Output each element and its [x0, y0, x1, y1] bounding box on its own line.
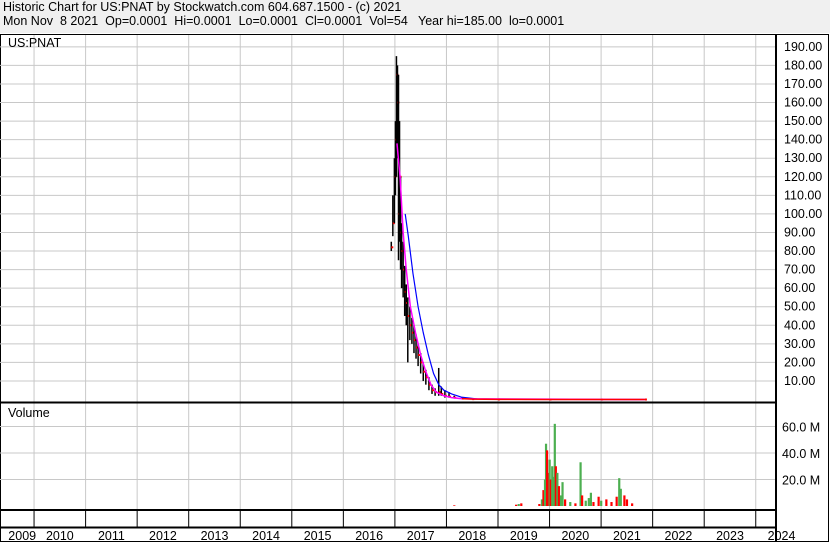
close-mark	[644, 398, 647, 401]
price-tick-label: 50.00	[784, 300, 815, 314]
price-tick-label: 190.00	[784, 40, 822, 54]
price-tick-label: 180.00	[784, 58, 822, 72]
price-tick-label: 30.00	[784, 337, 815, 351]
price-tick-label: 100.00	[784, 207, 822, 221]
volume-bar	[564, 499, 567, 506]
price-tick-label: 170.00	[784, 77, 822, 91]
x-tick-label: 2010	[46, 529, 74, 543]
short-moving-average-line	[396, 143, 645, 401]
volume-bar	[520, 503, 523, 506]
volume-bar	[515, 504, 518, 506]
price-tick-label: 90.00	[784, 225, 815, 239]
price-tick-label: 160.00	[784, 96, 822, 110]
symbol-label: US:PNAT	[8, 36, 62, 50]
price-tick-label: 140.00	[784, 133, 822, 147]
volume-bar	[557, 486, 561, 506]
x-tick-label: 2024	[768, 529, 796, 543]
price-tick-label: 60.00	[784, 281, 815, 295]
volume-tick-label: 20.0 M	[782, 474, 820, 488]
volume-bar	[574, 503, 577, 506]
x-tick-label: 2013	[201, 529, 229, 543]
volume-bar	[623, 495, 626, 506]
price-volume-chart: 2009 2010 2011 2012 2013 2014 2015 2016 2017 2018…	[0, 34, 829, 543]
volume-bar	[581, 495, 584, 506]
x-tick-label: 2017	[407, 529, 435, 543]
volume-bar	[605, 499, 608, 506]
x-tick-label: 2019	[510, 529, 538, 543]
x-tick-label: 2022	[665, 529, 693, 543]
volume-bar	[631, 503, 634, 506]
price-tick-label: 10.00	[784, 374, 815, 388]
volume-bar	[600, 500, 603, 506]
volume-bar	[589, 492, 592, 506]
price-tick-label: 80.00	[784, 244, 815, 258]
volume-bar	[538, 504, 541, 506]
price-tick-label: 130.00	[784, 151, 822, 165]
x-tick-label: 2021	[613, 529, 641, 543]
volume-bar	[610, 502, 613, 506]
x-tick-label: 2020	[561, 529, 589, 543]
volume-bar	[453, 505, 456, 506]
volume-tick-label: 40.0 M	[782, 447, 820, 461]
x-tick-label: 2018	[458, 529, 486, 543]
volume-bar	[615, 496, 618, 506]
x-tick-label: 2009	[8, 529, 36, 543]
close-mark	[391, 246, 394, 249]
volume-bar	[619, 488, 622, 506]
price-tick-label: 40.00	[784, 318, 815, 332]
volume-bar	[561, 482, 564, 506]
x-tick-label: 2023	[716, 529, 744, 543]
volume-bar	[584, 500, 587, 506]
volume-bar	[625, 499, 629, 506]
price-tick-label: 20.00	[784, 355, 815, 369]
volume-bar	[517, 504, 520, 506]
volume-bar	[569, 502, 572, 506]
volume-tick-label: 60.0 M	[782, 421, 820, 435]
price-tick-label: 120.00	[784, 170, 822, 184]
x-tick-label: 2012	[149, 529, 177, 543]
volume-label: Volume	[8, 406, 50, 420]
price-tick-label: 150.00	[784, 114, 822, 128]
x-tick-label: 2015	[304, 529, 332, 543]
x-tick-label: 2014	[252, 529, 280, 543]
volume-bar	[592, 502, 595, 506]
price-tick-label: 70.00	[784, 263, 815, 277]
x-tick-label: 2011	[98, 529, 125, 543]
volume-bar	[587, 498, 590, 506]
volume-bar	[597, 496, 600, 506]
price-tick-label: 110.00	[784, 188, 821, 202]
x-tick-label: 2016	[355, 529, 383, 543]
